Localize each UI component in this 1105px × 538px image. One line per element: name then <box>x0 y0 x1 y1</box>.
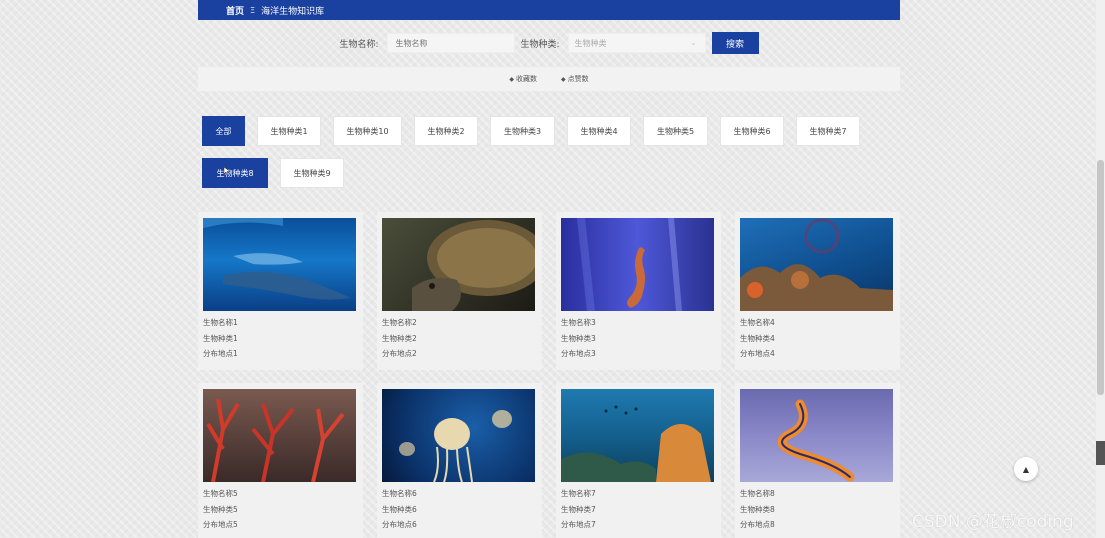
card-location: 分布地点1 <box>203 349 238 358</box>
species-card[interactable]: 生物名称7 生物种类7 分布地点7 <box>556 383 721 538</box>
sort-by-likes[interactable]: ◆ 点赞数 <box>561 74 589 84</box>
card-location: 分布地点4 <box>740 349 775 358</box>
card-name: 生物名称1 <box>203 318 238 327</box>
category-item[interactable]: 生物种类3 <box>490 116 555 146</box>
species-card[interactable]: 生物名称6 生物种类6 分布地点6 <box>377 383 542 538</box>
red-coral-image[interactable] <box>203 389 356 482</box>
sort-arrows-icon: ◆ <box>509 75 514 83</box>
breadcrumb-current: 海洋生物知识库 <box>261 6 325 17</box>
whale-illustration <box>203 218 351 300</box>
card-location: 分布地点8 <box>740 520 775 529</box>
sort-by-favorites[interactable]: ◆ 收藏数 <box>509 74 537 84</box>
whale-image[interactable] <box>203 218 356 311</box>
species-card[interactable]: 生物名称8 生物种类8 分布地点8 <box>735 383 900 538</box>
breadcrumb: 首页 Ξ 海洋生物知识库 <box>198 0 900 20</box>
scrollbar-thumb[interactable] <box>1097 160 1104 395</box>
category-item[interactable]: 生物种类5 <box>643 116 708 146</box>
scrollbar[interactable] <box>1096 0 1105 538</box>
card-location: 分布地点2 <box>382 349 417 358</box>
sort-label: 点赞数 <box>567 75 589 83</box>
species-card[interactable]: 生物名称1 生物种类1 分布地点1 <box>198 212 363 370</box>
seahorse-illustration <box>577 218 682 311</box>
sea-slug-illustration <box>777 399 855 482</box>
category-item[interactable]: 生物种类2 <box>414 116 478 146</box>
sort-bar: ◆ 收藏数 ◆ 点赞数 <box>198 67 900 91</box>
card-type: 生物种类4 <box>740 333 775 343</box>
watermark: CSDN @花椒coding <box>912 512 1074 532</box>
seahorse-image[interactable] <box>561 218 714 311</box>
type-label: 生物种类: <box>520 39 560 50</box>
card-location: 分布地点6 <box>382 520 417 529</box>
category-item[interactable]: 生物种类8 <box>202 158 268 188</box>
turtle-image[interactable] <box>382 218 535 311</box>
species-card[interactable]: 生物名称3 生物种类3 分布地点3 <box>556 212 721 370</box>
card-location: 分布地点3 <box>561 349 596 358</box>
name-label: 生物名称: <box>339 39 379 50</box>
category-item[interactable]: 生物种类10 <box>333 116 402 146</box>
reef-fish-image[interactable] <box>561 389 714 482</box>
category-item[interactable]: 生物种类1 <box>257 116 321 146</box>
card-name: 生物名称8 <box>740 489 775 498</box>
card-type: 生物种类7 <box>561 504 596 514</box>
card-type: 生物种类6 <box>382 504 417 514</box>
category-item[interactable]: 生物种类6 <box>720 116 784 146</box>
category-all[interactable]: 全部 <box>202 116 245 146</box>
card-type: 生物种类2 <box>382 333 417 343</box>
card-type: 生物种类8 <box>740 504 775 514</box>
category-item[interactable]: 生物种类7 <box>796 116 860 146</box>
name-search-input[interactable] <box>386 33 515 53</box>
card-name: 生物名称4 <box>740 318 775 327</box>
search-bar: 生物名称: 生物种类: 生物种类 ⌄ 搜索 <box>198 32 900 54</box>
category-item[interactable]: 生物种类9 <box>280 158 344 188</box>
sea-slug-image[interactable] <box>740 389 893 482</box>
type-select[interactable]: 生物种类 ⌄ <box>567 33 706 53</box>
chevron-down-icon: ⌄ <box>690 39 697 47</box>
card-name: 生物名称6 <box>382 489 417 498</box>
card-type: 生物种类1 <box>203 333 238 343</box>
card-name: 生物名称5 <box>203 489 238 498</box>
card-type: 生物种类3 <box>561 333 596 343</box>
card-name: 生物名称3 <box>561 318 596 327</box>
card-location: 分布地点7 <box>561 520 596 529</box>
side-tab[interactable] <box>1096 441 1105 465</box>
coral-reef-illustration <box>740 218 893 311</box>
search-button[interactable]: 搜索 <box>711 32 759 54</box>
reef-fish-illustration <box>561 405 711 482</box>
sort-label: 收藏数 <box>516 75 537 83</box>
card-location: 分布地点5 <box>203 520 238 529</box>
jellyfish-illustration <box>399 410 512 482</box>
species-card[interactable]: 生物名称4 生物种类4 分布地点4 <box>735 212 900 370</box>
arrow-up-icon: ▲ <box>1022 464 1030 474</box>
red-coral-illustration <box>206 398 345 482</box>
back-to-top-button[interactable]: ▲ <box>1014 457 1038 481</box>
category-item[interactable]: 生物种类4 <box>567 116 631 146</box>
species-card[interactable]: 生物名称2 生物种类2 分布地点2 <box>377 212 542 370</box>
breadcrumb-home[interactable]: 首页 <box>226 4 244 17</box>
turtle-illustration <box>412 220 535 311</box>
jellyfish-image[interactable] <box>382 389 535 482</box>
cursor-icon <box>224 167 230 175</box>
card-name: 生物名称7 <box>561 489 596 498</box>
card-type: 生物种类5 <box>203 504 238 514</box>
coral-reef-image[interactable] <box>740 218 893 311</box>
species-card[interactable]: 生物名称5 生物种类5 分布地点5 <box>198 383 363 538</box>
type-select-placeholder: 生物种类 <box>574 38 607 48</box>
card-name: 生物名称2 <box>382 318 417 327</box>
sort-arrows-icon: ◆ <box>561 75 566 83</box>
breadcrumb-separator-icon: Ξ <box>250 5 256 15</box>
